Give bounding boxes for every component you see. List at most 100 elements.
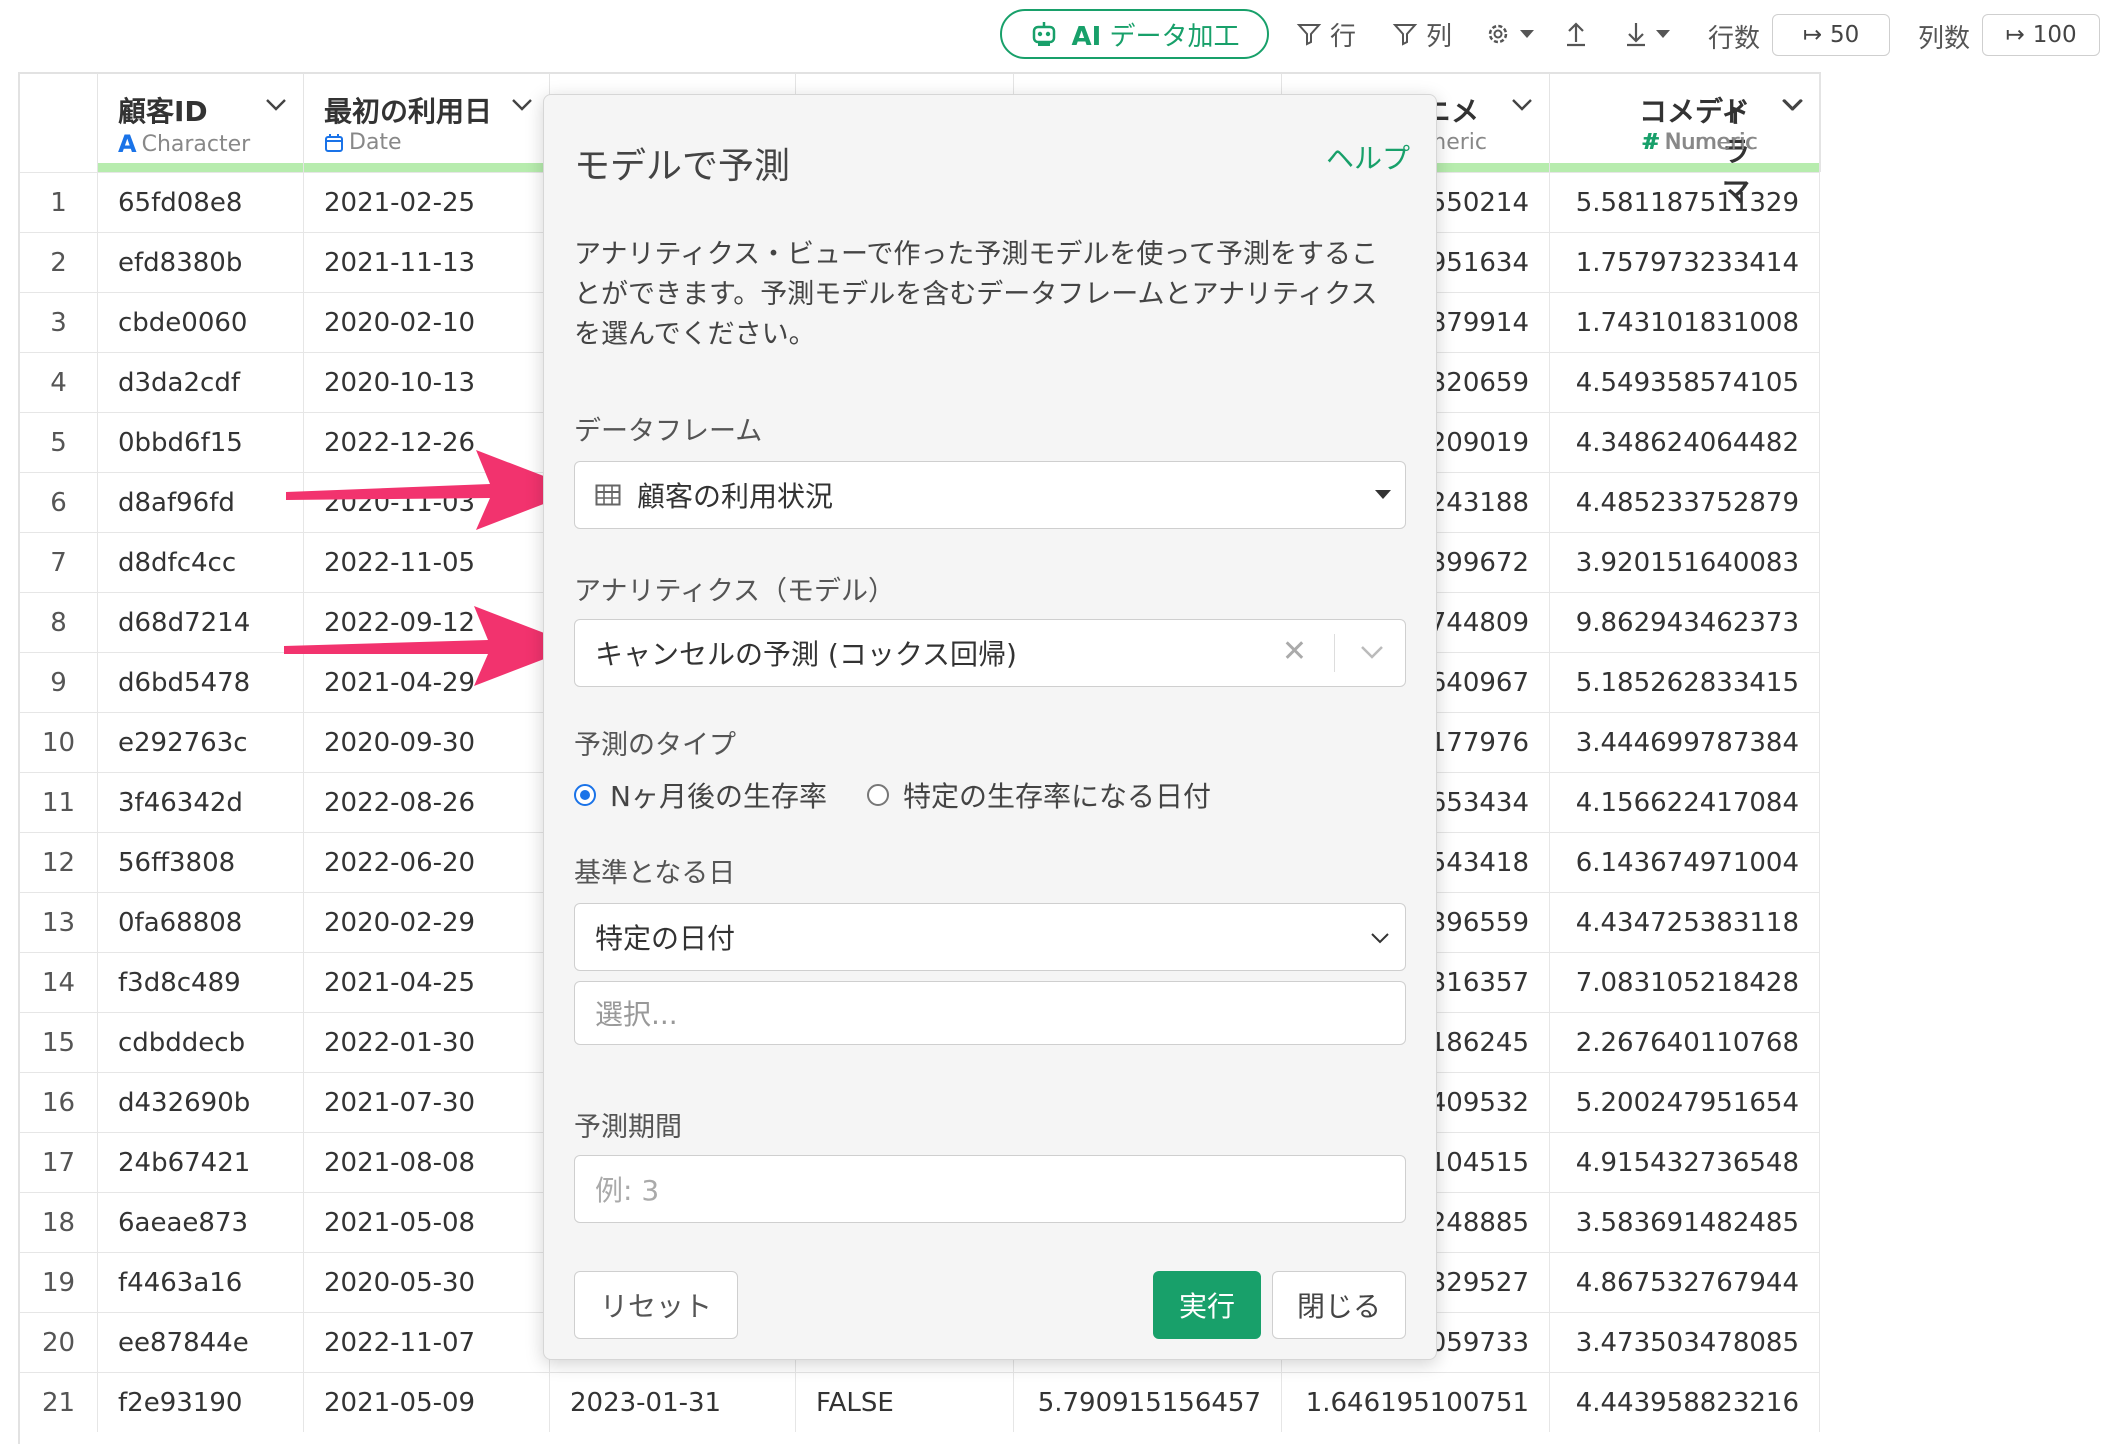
sort-asc-button[interactable] — [1564, 16, 1588, 52]
table-cell[interactable]: 2021-08-08 — [304, 1132, 550, 1192]
table-cell[interactable]: d432690b — [98, 1072, 304, 1132]
table-cell[interactable]: 9.862943462373 — [1550, 592, 1820, 652]
table-cell[interactable]: ee87844e — [98, 1312, 304, 1372]
table-cell[interactable]: d68d7214 — [98, 592, 304, 652]
table-cell[interactable]: efd8380b — [98, 232, 304, 292]
table-cell[interactable]: 2021-05-09 — [304, 1372, 550, 1432]
table-cell[interactable]: 1.757973233414 — [1550, 232, 1820, 292]
settings-button[interactable] — [1484, 16, 1534, 52]
table-cell[interactable]: 3.583691482485 — [1550, 1192, 1820, 1252]
table-cell[interactable]: 4.549358574105 — [1550, 352, 1820, 412]
table-cell[interactable]: 4.485233752879 — [1550, 472, 1820, 532]
column-header[interactable]: 最初の利用日 Date — [304, 72, 550, 172]
table-cell[interactable]: FALSE — [796, 1372, 1014, 1432]
table-cell[interactable]: 3.920151640083 — [1550, 532, 1820, 592]
radio-specific-date[interactable] — [866, 784, 889, 806]
sort-desc-button[interactable] — [1624, 16, 1670, 52]
table-cell[interactable]: 4.915432736548 — [1550, 1132, 1820, 1192]
table-cell[interactable]: 4.443958823216 — [1550, 1372, 1820, 1432]
table-cell[interactable]: 2020-02-29 — [304, 892, 550, 952]
chevron-down-icon[interactable] — [263, 94, 289, 116]
close-button[interactable]: 閉じる — [1272, 1271, 1406, 1339]
table-cell[interactable]: 4.434725383118 — [1550, 892, 1820, 952]
table-cell[interactable]: 2022-08-26 — [304, 772, 550, 832]
table-cell[interactable]: 2020-09-30 — [304, 712, 550, 772]
table-cell[interactable]: cbde0060 — [98, 292, 304, 352]
table-cell[interactable]: 2022-11-05 — [304, 532, 550, 592]
radio-n-months[interactable] — [574, 784, 596, 806]
prediction-type-radios: Nヶ月後の生存率 特定の生存率になる日付 — [574, 775, 1211, 815]
table-cell[interactable]: 2020-10-13 — [304, 352, 550, 412]
table-cell[interactable]: 2021-11-13 — [304, 232, 550, 292]
table-cell[interactable]: 1.646195100751 — [1282, 1372, 1550, 1432]
row-filter-button[interactable]: 行 — [1296, 16, 1356, 52]
table-cell[interactable]: 3.473503478085 — [1550, 1312, 1820, 1372]
row-index: 10 — [20, 712, 98, 772]
analytics-select[interactable]: キャンセルの予測 (コックス回帰) ✕ — [574, 619, 1406, 687]
clear-icon[interactable]: ✕ — [1282, 634, 1307, 669]
table-cell[interactable]: 2021-04-25 — [304, 952, 550, 1012]
table-cell[interactable]: 2022-06-20 — [304, 832, 550, 892]
table-cell[interactable]: 2022-11-07 — [304, 1312, 550, 1372]
table-cell[interactable]: 3.444699787384 — [1550, 712, 1820, 772]
table-cell[interactable]: 3f46342d — [98, 772, 304, 832]
table-cell[interactable]: 0bbd6f15 — [98, 412, 304, 472]
chevron-down-icon[interactable] — [1780, 94, 1806, 116]
period-input[interactable]: 例: 3 — [574, 1155, 1406, 1223]
column-header[interactable]: 顧客ID A Character — [98, 72, 304, 172]
table-cell[interactable]: 4.348624064482 — [1550, 412, 1820, 472]
table-cell[interactable]: 2021-07-30 — [304, 1072, 550, 1132]
table-cell[interactable]: 5.200247951654 — [1550, 1072, 1820, 1132]
chevron-down-icon[interactable] — [509, 94, 535, 116]
base-date-select[interactable]: 特定の日付 — [574, 903, 1406, 971]
table-cell[interactable]: 2022-01-30 — [304, 1012, 550, 1072]
date-picker-input[interactable]: 選択... — [574, 981, 1406, 1045]
col-filter-button[interactable]: 列 — [1392, 16, 1452, 52]
table-cell[interactable]: 56ff3808 — [98, 832, 304, 892]
row-index: 6 — [20, 472, 98, 532]
table-cell[interactable]: d8af96fd — [98, 472, 304, 532]
table-cell[interactable]: d8dfc4cc — [98, 532, 304, 592]
table-cell[interactable]: 0fa68808 — [98, 892, 304, 952]
table-cell[interactable]: 2020-05-30 — [304, 1252, 550, 1312]
table-cell[interactable]: 2.267640110768 — [1550, 1012, 1820, 1072]
table-cell[interactable]: 4.156622417084 — [1550, 772, 1820, 832]
table-cell[interactable]: 65fd08e8 — [98, 172, 304, 232]
row-index: 3 — [20, 292, 98, 352]
reset-button[interactable]: リセット — [574, 1271, 738, 1339]
run-button[interactable]: 実行 — [1153, 1271, 1261, 1339]
table-cell[interactable]: 24b67421 — [98, 1132, 304, 1192]
table-cell[interactable]: f4463a16 — [98, 1252, 304, 1312]
table-cell[interactable]: d6bd5478 — [98, 652, 304, 712]
table-cell[interactable]: 2023-01-31 — [550, 1372, 796, 1432]
rows-count-input[interactable]: ↦ 50 — [1772, 14, 1890, 56]
table-cell[interactable]: d3da2cdf — [98, 352, 304, 412]
table-cell[interactable]: cdbddecb — [98, 1012, 304, 1072]
arrow-up-icon — [1567, 22, 1585, 47]
chevron-down-icon[interactable] — [1509, 94, 1535, 116]
table-cell[interactable]: 4.867532767944 — [1550, 1252, 1820, 1312]
cols-count-input[interactable]: ↦ 100 — [1982, 14, 2100, 56]
ai-data-processing-button[interactable]: AI データ加工 — [1000, 9, 1269, 59]
column-header[interactable]: ドラマ # Numeric — [1642, 72, 1821, 208]
table-cell[interactable]: 6.143674971004 — [1550, 832, 1820, 892]
dataframe-select[interactable]: 顧客の利用状況 — [574, 461, 1406, 529]
table-cell[interactable]: 7.083105218428 — [1550, 952, 1820, 1012]
row-index: 13 — [20, 892, 98, 952]
table-cell[interactable]: 5.581187511329 — [1550, 172, 1820, 232]
table-cell[interactable]: f3d8c489 — [98, 952, 304, 1012]
table-cell[interactable]: 5.185262833415 — [1550, 652, 1820, 712]
table-cell[interactable]: 6aeae873 — [98, 1192, 304, 1252]
column-header[interactable]: コメディ # Numeric — [1550, 72, 1820, 172]
chevron-down-icon[interactable] — [1359, 642, 1385, 662]
table-cell[interactable]: f2e93190 — [98, 1372, 304, 1432]
column-type: #Numeric — [1642, 130, 1758, 155]
help-link[interactable]: ヘルプ — [1326, 137, 1410, 177]
table-cell[interactable]: 2021-05-08 — [304, 1192, 550, 1252]
column-quality-bar — [98, 163, 303, 172]
table-cell[interactable]: 5.790915156457 — [1014, 1372, 1282, 1432]
table-cell[interactable]: e292763c — [98, 712, 304, 772]
table-cell[interactable]: 2020-02-10 — [304, 292, 550, 352]
table-cell[interactable]: 1.743101831008 — [1550, 292, 1820, 352]
table-cell[interactable]: 2021-02-25 — [304, 172, 550, 232]
